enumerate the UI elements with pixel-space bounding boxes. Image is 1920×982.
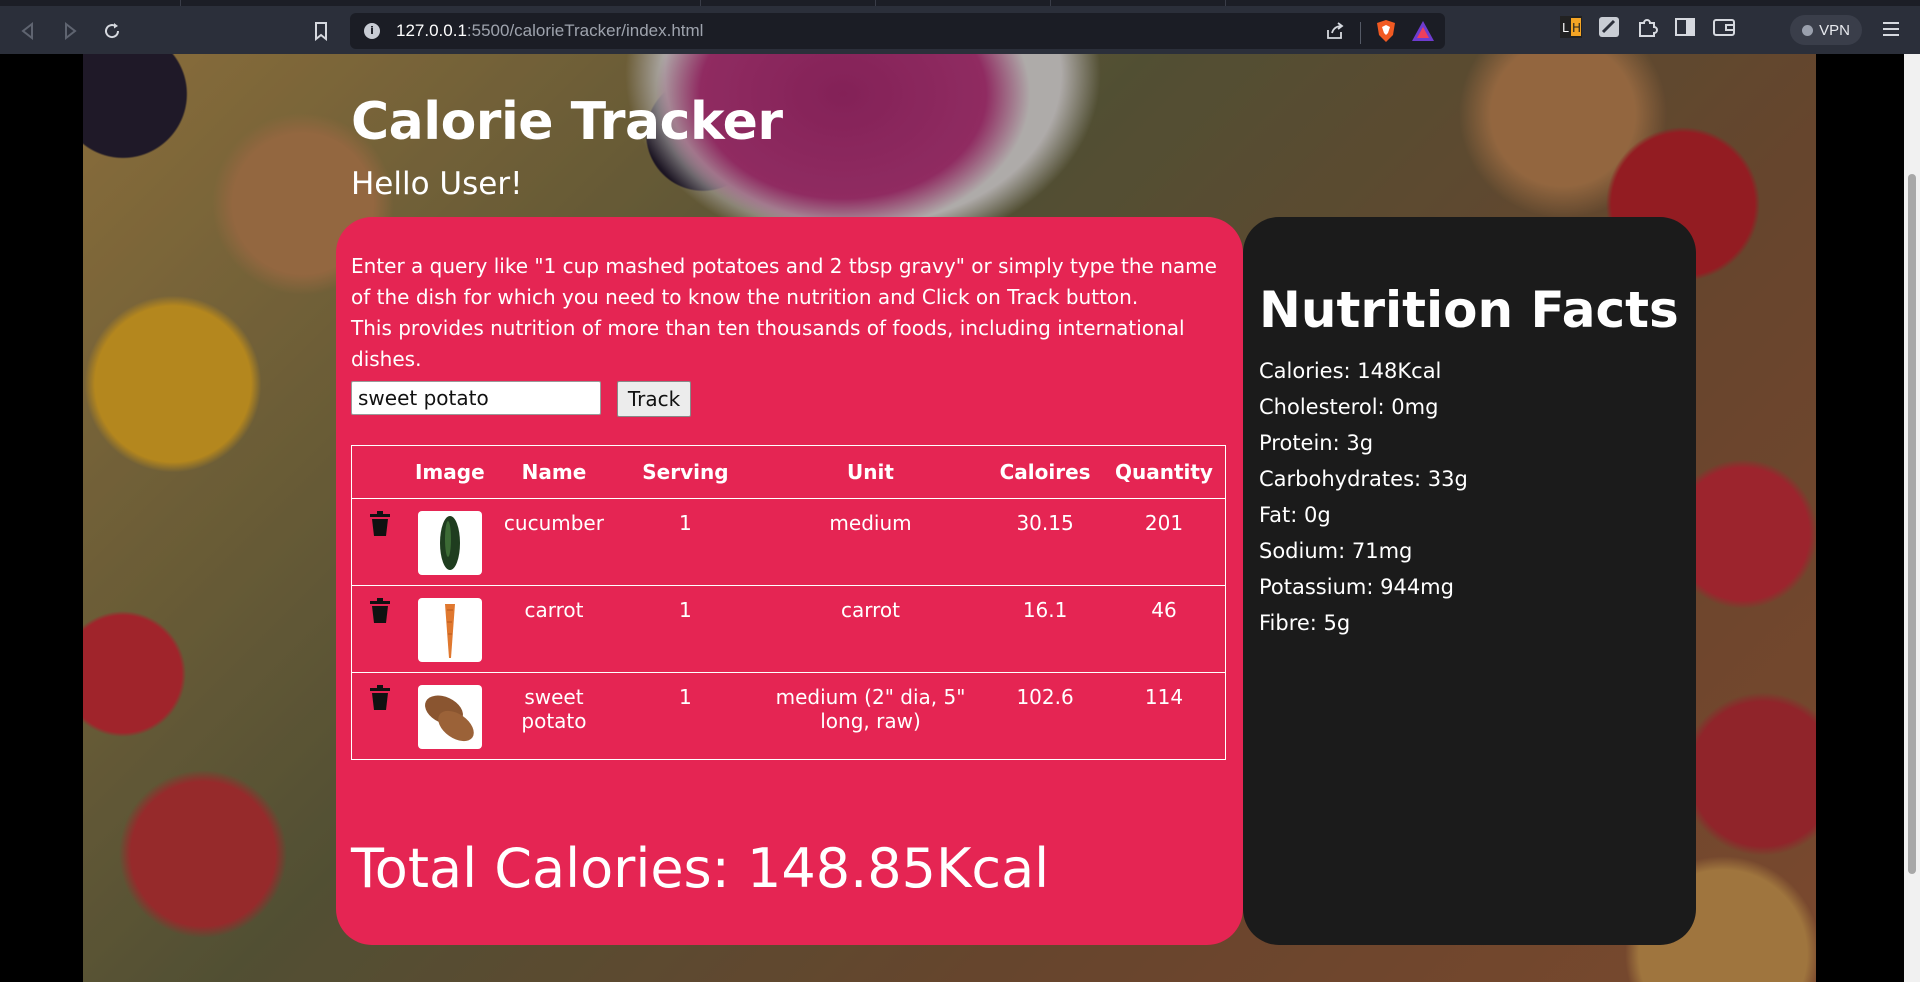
- food-name: cucumber: [503, 511, 604, 535]
- sweet-potato-icon: [417, 685, 482, 749]
- track-button[interactable]: Track: [617, 381, 691, 417]
- wallet-icon[interactable]: [1712, 16, 1736, 42]
- food-quantity: 114: [1144, 685, 1184, 709]
- delete-cell: [352, 499, 409, 586]
- food-calories: 102.6: [1016, 685, 1074, 709]
- delete-trash-icon[interactable]: [368, 511, 392, 542]
- brave-shield-icon[interactable]: [1375, 19, 1397, 47]
- carrot-icon: [417, 598, 482, 662]
- extension-icon[interactable]: [1598, 16, 1620, 42]
- food-unit: medium (2" dia, 5" long, raw): [775, 685, 966, 733]
- table-header-serving: Serving: [642, 460, 729, 484]
- food-quantity: 46: [1151, 598, 1177, 622]
- divider: [1360, 22, 1361, 44]
- fruit-background-image: Calorie Tracker Hello User! Enter a quer…: [83, 54, 1816, 982]
- image-cell: [409, 673, 491, 760]
- lighthouse-extension-icon[interactable]: LH: [1560, 16, 1582, 42]
- instructions-line: This provides nutrition of more than ten…: [351, 316, 1185, 371]
- nutrition-facts-card: Nutrition Facts Calories: 148Kcal Choles…: [1243, 217, 1696, 945]
- delete-cell: [352, 586, 409, 673]
- table-header-image: Image: [414, 460, 485, 484]
- url-path: :5500/calorieTracker/index.html: [466, 21, 704, 40]
- nutrition-fact: Sodium: 71mg: [1259, 539, 1413, 563]
- food-calories: 30.15: [1016, 511, 1074, 535]
- back-icon[interactable]: [14, 17, 42, 45]
- table-row: cucumber 1 medium 30.15 201: [351, 499, 1226, 586]
- nutrition-fact: Carbohydrates: 33g: [1259, 467, 1468, 491]
- food-serving: 1: [679, 598, 692, 622]
- food-search-input[interactable]: [351, 381, 601, 415]
- hamburger-menu-icon[interactable]: [1880, 18, 1902, 44]
- food-serving: 1: [679, 685, 692, 709]
- forward-icon[interactable]: [56, 17, 84, 45]
- page-viewport: Calorie Tracker Hello User! Enter a quer…: [0, 54, 1920, 982]
- instructions-line: Enter a query like "1 cup mashed potatoe…: [351, 254, 1217, 309]
- bookmark-icon[interactable]: [307, 17, 335, 45]
- food-quantity: 201: [1144, 511, 1184, 535]
- table-header-unit: Unit: [847, 460, 894, 484]
- page-title: Calorie Tracker: [351, 92, 783, 152]
- url-text[interactable]: 127.0.0.1:5500/calorieTracker/index.html: [396, 13, 703, 49]
- share-icon[interactable]: [1324, 20, 1346, 46]
- vpn-button[interactable]: VPN: [1790, 15, 1862, 45]
- tracker-card: Enter a query like "1 cup mashed potatoe…: [336, 217, 1243, 945]
- svg-text:H: H: [1572, 21, 1581, 35]
- brave-rewards-icon[interactable]: [1411, 20, 1435, 46]
- delete-trash-icon[interactable]: [368, 598, 392, 629]
- table-row: carrot 1 carrot 16.1 46: [351, 586, 1226, 673]
- table-row: sweet potato 1 medium (2" dia, 5" long, …: [351, 673, 1226, 760]
- vpn-label: VPN: [1819, 21, 1850, 39]
- image-cell: [409, 499, 491, 586]
- food-calories: 16.1: [1022, 598, 1068, 622]
- delete-cell: [352, 673, 409, 760]
- greeting-text: Hello User!: [351, 166, 523, 202]
- food-name: sweet potato: [521, 685, 587, 733]
- food-name: carrot: [524, 598, 584, 622]
- total-calories: Total Calories: 148.85Kcal: [351, 837, 1050, 900]
- nutrition-fact: Cholesterol: 0mg: [1259, 395, 1439, 419]
- table-header-quantity: Quantity: [1114, 460, 1213, 484]
- nutrition-fact: Calories: 148Kcal: [1259, 359, 1442, 383]
- food-unit: medium: [829, 511, 912, 535]
- table-header-row: Image Name Serving Unit Caloires Quantit…: [351, 446, 1226, 499]
- delete-trash-icon[interactable]: [368, 685, 392, 716]
- image-cell: [409, 586, 491, 673]
- nutrition-fact: Fat: 0g: [1259, 503, 1331, 527]
- food-table: Image Name Serving Unit Caloires Quantit…: [351, 445, 1226, 760]
- food-unit: carrot: [841, 598, 900, 622]
- table-header-calories: Caloires: [999, 460, 1091, 484]
- nutrition-title: Nutrition Facts: [1259, 281, 1679, 339]
- page-scrollbar[interactable]: [1904, 54, 1920, 982]
- svg-text:L: L: [1562, 21, 1569, 35]
- cucumber-icon: [417, 511, 482, 575]
- extensions-puzzle-icon[interactable]: [1636, 16, 1658, 42]
- site-info-icon[interactable]: i: [364, 23, 380, 39]
- nutrition-fact: Fibre: 5g: [1259, 611, 1351, 635]
- nutrition-fact: Protein: 3g: [1259, 431, 1374, 455]
- food-serving: 1: [679, 511, 692, 535]
- table-header-name: Name: [521, 460, 587, 484]
- sidebar-icon[interactable]: [1674, 16, 1696, 42]
- table-header-delete: [352, 446, 409, 499]
- nutrition-fact: Potassium: 944mg: [1259, 575, 1454, 599]
- reload-icon[interactable]: [98, 17, 126, 45]
- instructions: Enter a query like "1 cup mashed potatoe…: [351, 251, 1231, 375]
- nutrition-facts-list: Calories: 148Kcal Cholesterol: 0mg Prote…: [1259, 353, 1468, 641]
- url-host: 127.0.0.1: [396, 21, 467, 40]
- vpn-status-icon: [1802, 24, 1814, 36]
- browser-toolbar: i 127.0.0.1:5500/calorieTracker/index.ht…: [0, 6, 1920, 54]
- scrollbar-thumb[interactable]: [1908, 174, 1916, 874]
- address-bar[interactable]: i 127.0.0.1:5500/calorieTracker/index.ht…: [350, 13, 1445, 49]
